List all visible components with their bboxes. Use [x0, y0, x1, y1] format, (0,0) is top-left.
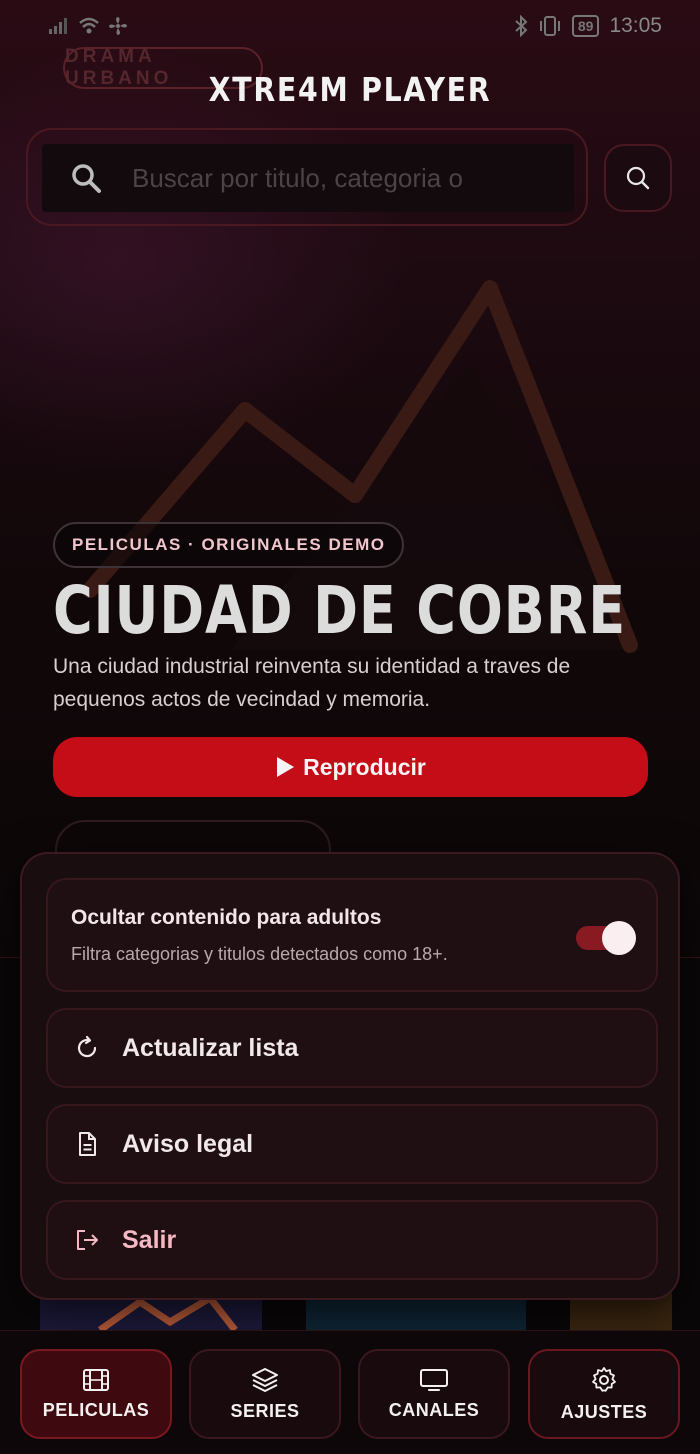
- adult-filter-toggle[interactable]: [576, 921, 636, 955]
- adult-filter-title: Ocultar contenido para adultos: [71, 906, 382, 929]
- wifi-icon: [79, 17, 99, 34]
- nav-tab-series[interactable]: SERIES: [189, 1349, 341, 1439]
- play-button[interactable]: Reproducir: [53, 737, 648, 797]
- exit-label: Salir: [122, 1225, 177, 1254]
- search-button[interactable]: [604, 144, 672, 212]
- nav-tab-channels[interactable]: CANALES: [358, 1349, 510, 1439]
- search-container: [26, 128, 588, 226]
- layers-icon: [252, 1367, 278, 1392]
- refresh-icon: [77, 1035, 97, 1058]
- category-badge: PELICULAS · ORIGINALES DEMO: [53, 522, 405, 568]
- search-icon: [626, 166, 650, 190]
- search-icon: [72, 164, 101, 193]
- adult-filter-card: Ocultar contenido para adultos Filtra ca…: [46, 878, 658, 992]
- legal-notice-label: Aviso legal: [122, 1129, 254, 1158]
- search-input[interactable]: [132, 162, 477, 194]
- tv-icon: [420, 1368, 448, 1391]
- clock: 13:05: [609, 14, 662, 37]
- toggle-knob: [602, 921, 636, 955]
- bottom-nav: PELICULAS SERIES CANALES AJUSTES: [0, 1330, 700, 1454]
- search-box[interactable]: [42, 144, 574, 212]
- legal-notice-button[interactable]: Aviso legal: [46, 1104, 658, 1184]
- nav-tab-settings[interactable]: AJUSTES: [528, 1349, 680, 1439]
- refresh-list-label: Actualizar lista: [122, 1033, 299, 1062]
- signal-icon: [49, 18, 67, 34]
- play-icon: [277, 757, 295, 777]
- hero-description: Una ciudad industrial reinventa su ident…: [53, 655, 571, 711]
- battery-indicator: 89: [571, 15, 600, 37]
- adult-filter-subtitle: Filtra categorias y titulos detectados c…: [71, 944, 448, 964]
- nav-tab-series-label: SERIES: [230, 1400, 300, 1421]
- refresh-list-button[interactable]: Actualizar lista: [46, 1008, 658, 1088]
- gear-icon: [592, 1366, 616, 1392]
- nav-tab-movies-label: PELICULAS: [42, 1399, 150, 1420]
- status-right: 89 13:05: [514, 14, 662, 38]
- play-button-label: Reproducir: [303, 753, 426, 780]
- nav-tab-settings-label: AJUSTES: [560, 1401, 648, 1422]
- vibrate-icon: [539, 16, 560, 36]
- status-left: [48, 16, 128, 36]
- exit-button[interactable]: Salir: [46, 1200, 658, 1280]
- nav-tab-movies[interactable]: PELICULAS: [20, 1349, 172, 1439]
- document-icon: [79, 1132, 96, 1156]
- fan-icon: [109, 17, 127, 35]
- settings-sheet: Ocultar contenido para adultos Filtra ca…: [20, 852, 680, 1300]
- nav-tab-channels-label: CANALES: [388, 1399, 480, 1420]
- logout-icon: [77, 1230, 98, 1250]
- film-icon: [83, 1368, 109, 1391]
- bluetooth-icon: [515, 15, 528, 37]
- app-title: XTRE4M PLAYER: [208, 70, 492, 109]
- hero-title: CIUDAD DE COBRE: [53, 572, 627, 649]
